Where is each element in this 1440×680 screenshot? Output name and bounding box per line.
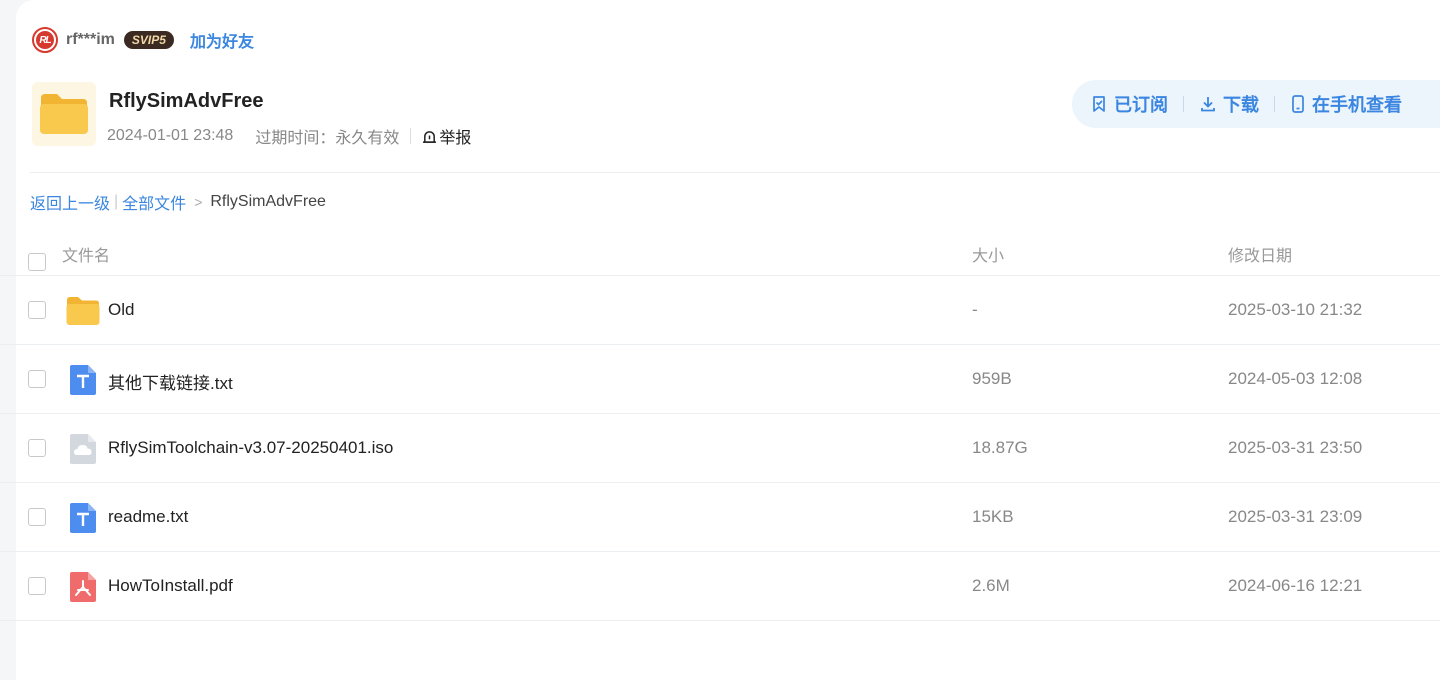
row-checkbox[interactable]: [28, 508, 46, 526]
file-size: -: [972, 300, 978, 319]
meta-divider: [410, 128, 412, 144]
folder-icon: [66, 294, 100, 328]
file-name[interactable]: 其他下载链接.txt: [108, 369, 233, 394]
action-divider: [1183, 96, 1184, 112]
avatar[interactable]: RL: [32, 27, 58, 53]
download-label: 下载: [1223, 95, 1259, 115]
file-size: 959B: [972, 369, 1012, 388]
row-checkbox[interactable]: [28, 301, 46, 319]
action-divider: [1274, 96, 1275, 112]
folder-thumbnail: [32, 82, 96, 146]
file-date: 2025-03-31 23:50: [1228, 438, 1363, 457]
iso-file-icon: [66, 432, 100, 466]
file-name[interactable]: readme.txt: [108, 507, 188, 527]
view-on-phone-button[interactable]: 在手机查看: [1290, 91, 1402, 117]
share-date: 2024-01-01 23:48: [107, 127, 234, 144]
subscribed-button[interactable]: 已订阅: [1090, 91, 1168, 117]
file-date: 2025-03-31 23:09: [1228, 507, 1363, 526]
breadcrumb-separator: |: [114, 193, 119, 210]
column-header-name[interactable]: 文件名: [62, 242, 110, 266]
breadcrumb-back[interactable]: 返回上一级: [30, 190, 110, 214]
header-divider: [30, 172, 1440, 173]
folder-title: RflySimAdvFree: [109, 90, 264, 112]
row-checkbox[interactable]: [28, 439, 46, 457]
table-row[interactable]: Old - 2025-03-10 21:32: [0, 276, 1440, 345]
mobile-phone-icon: [1292, 95, 1304, 113]
file-size: 2.6M: [972, 576, 1010, 595]
file-name[interactable]: RflySimToolchain-v3.07-20250401.iso: [108, 438, 393, 458]
file-date: 2024-06-16 12:21: [1228, 576, 1363, 595]
row-checkbox[interactable]: [28, 370, 46, 388]
breadcrumb-all-files[interactable]: 全部文件: [122, 190, 186, 214]
view-on-phone-label: 在手机查看: [1312, 95, 1402, 115]
column-header-size[interactable]: 大小: [972, 242, 1004, 266]
file-name[interactable]: HowToInstall.pdf: [108, 576, 233, 596]
txt-file-icon: [66, 363, 100, 397]
select-all-checkbox[interactable]: [28, 253, 46, 271]
avatar-logo: RL: [36, 31, 54, 49]
table-row[interactable]: readme.txt 15KB 2025-03-31 23:09: [0, 483, 1440, 552]
download-button[interactable]: 下载: [1199, 91, 1259, 117]
chevron-right-icon: >: [194, 194, 203, 210]
folder-icon: [40, 94, 88, 134]
file-table: 文件名 大小 修改日期 Old - 2025-03-10 21:32 其他下载链…: [0, 228, 1440, 621]
pdf-file-icon: [66, 570, 100, 604]
breadcrumb-current: RflySimAdvFree: [210, 193, 326, 210]
table-header: 文件名 大小 修改日期: [0, 228, 1440, 276]
report-button[interactable]: 举报: [422, 124, 471, 148]
expiry-text: 过期时间：永久有效: [255, 130, 400, 147]
add-friend-link[interactable]: 加为好友: [190, 28, 254, 52]
file-date: 2024-05-03 12:08: [1228, 369, 1363, 388]
txt-file-icon: [66, 501, 100, 535]
download-icon: [1201, 97, 1215, 112]
breadcrumb: 返回上一级 | 全部文件 > RflySimAdvFree: [30, 190, 326, 214]
report-label: 举报: [439, 130, 472, 147]
folder-meta: 2024-01-01 23:48 过期时间：永久有效 举报: [107, 124, 471, 148]
sharer-info: RL rf***im SVIP5 加为好友: [32, 26, 254, 54]
file-size: 18.87G: [972, 438, 1028, 457]
column-header-date[interactable]: 修改日期: [1228, 242, 1292, 266]
bookmark-check-icon: [1093, 96, 1105, 112]
table-row[interactable]: 其他下载链接.txt 959B 2024-05-03 12:08: [0, 345, 1440, 414]
subscribed-label: 已订阅: [1114, 95, 1168, 115]
action-bar: 已订阅 下载 在手机查看: [1072, 80, 1440, 128]
file-size: 15KB: [972, 507, 1014, 526]
vip-badge: SVIP5: [123, 31, 174, 49]
table-row[interactable]: HowToInstall.pdf 2.6M 2024-06-16 12:21: [0, 552, 1440, 621]
report-icon: [423, 130, 437, 143]
sharer-name[interactable]: rf***im: [66, 31, 115, 49]
table-row[interactable]: RflySimToolchain-v3.07-20250401.iso 18.8…: [0, 414, 1440, 483]
file-name[interactable]: Old: [108, 300, 134, 320]
file-date: 2025-03-10 21:32: [1228, 300, 1363, 319]
row-checkbox[interactable]: [28, 577, 46, 595]
